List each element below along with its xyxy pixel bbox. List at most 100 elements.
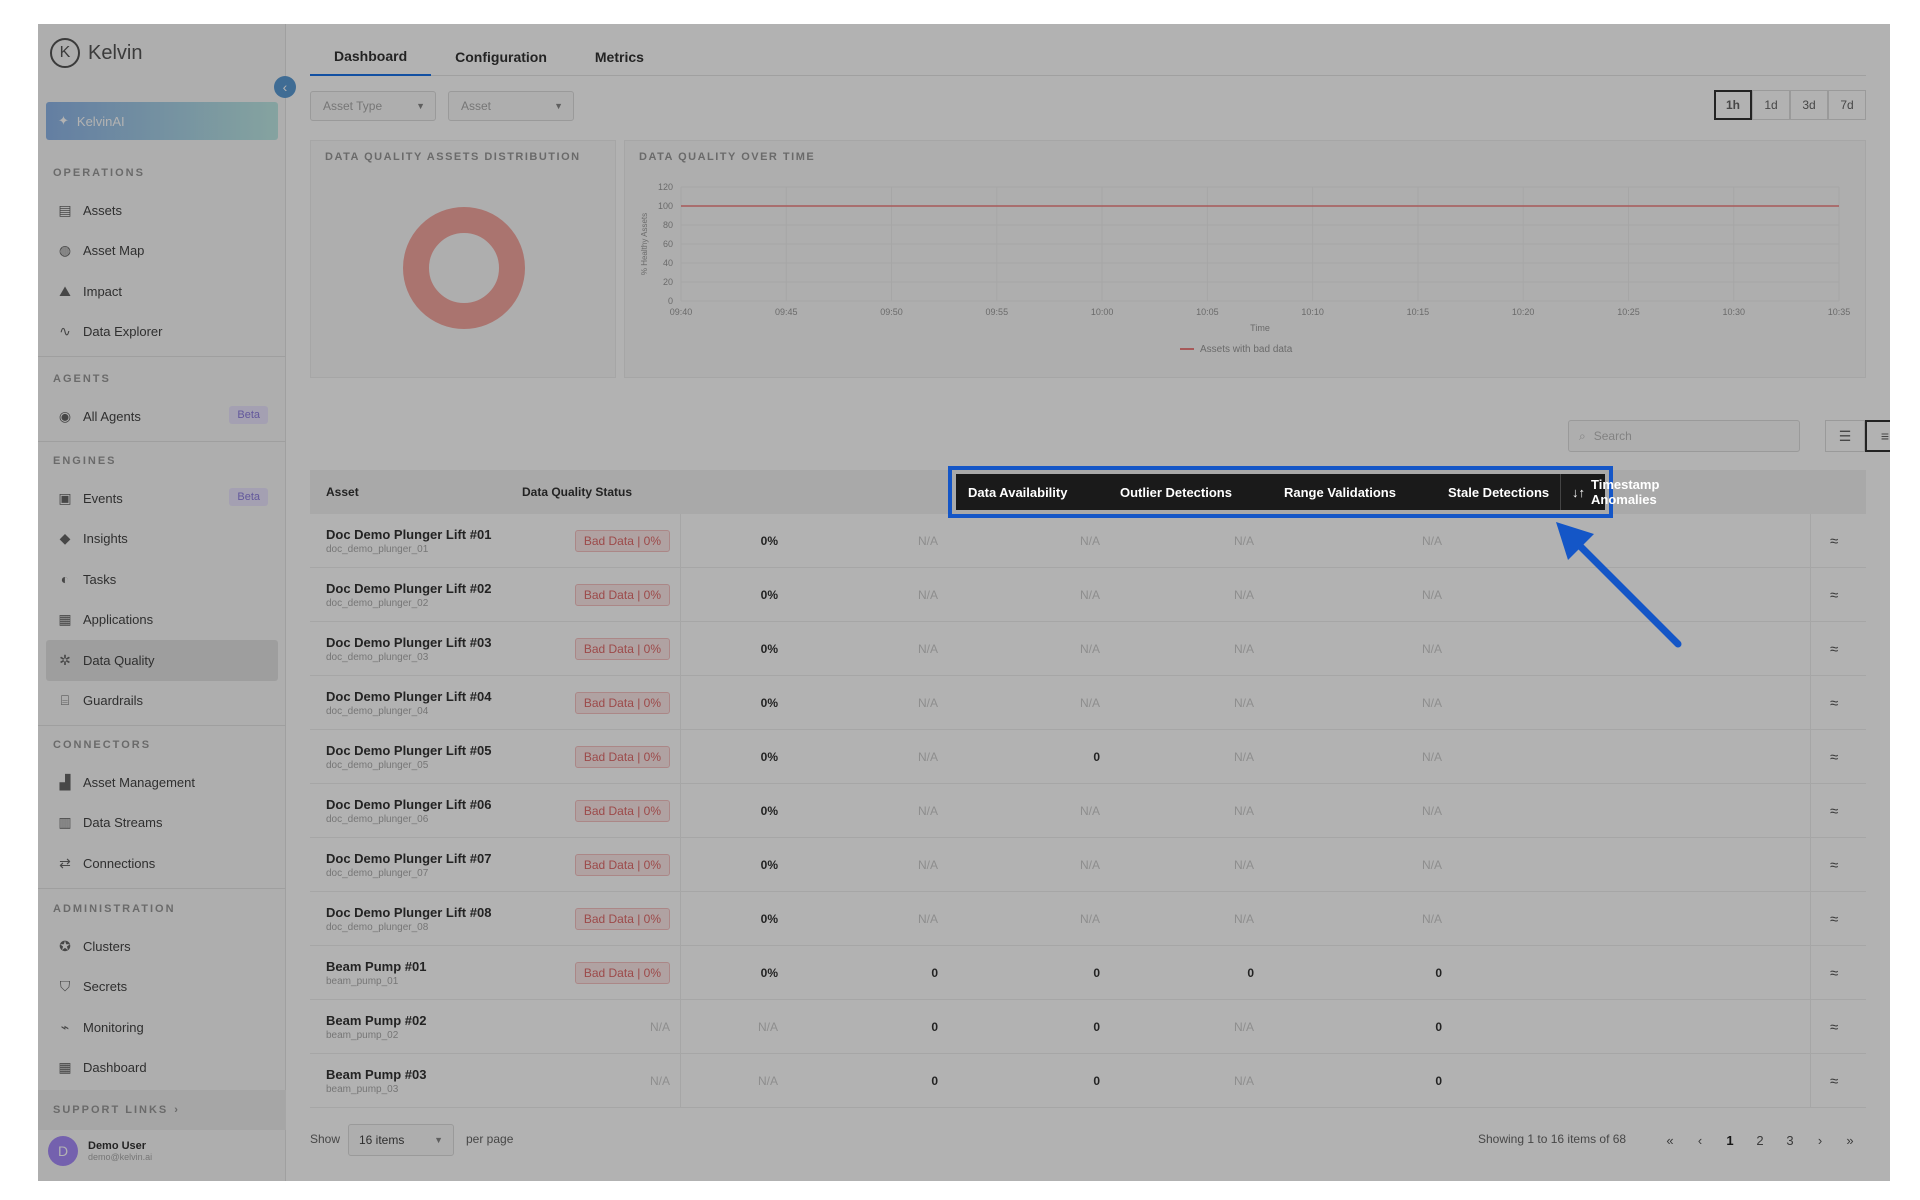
- page-2-button[interactable]: 2: [1748, 1128, 1772, 1152]
- sidebar-item-label: Events: [83, 490, 123, 506]
- tasks-icon: ◐: [60, 571, 70, 588]
- sidebar-item-monitoring[interactable]: ⌁ Monitoring: [38, 1007, 286, 1048]
- header-asset[interactable]: Asset: [326, 470, 359, 514]
- user-profile[interactable]: D Demo User demo@kelvin.ai: [48, 1136, 152, 1166]
- asset-name[interactable]: Beam Pump #02: [326, 1013, 426, 1028]
- sidebar-section-title[interactable]: ADMINISTRATION: [38, 892, 286, 926]
- trend-icon[interactable]: ≈: [1830, 730, 1838, 784]
- sidebar-item-data-explorer[interactable]: ∿ Data Explorer: [38, 312, 286, 353]
- sidebar-item-clusters[interactable]: ✪ Clusters: [38, 926, 286, 967]
- page-3-button[interactable]: 3: [1778, 1128, 1802, 1152]
- user-email: demo@kelvin.ai: [88, 1152, 153, 1162]
- list-view-icon[interactable]: ≡: [1865, 420, 1890, 452]
- availability-cell: 0%: [738, 784, 778, 838]
- asset-select[interactable]: Asset ▼: [448, 91, 574, 121]
- asset-name[interactable]: Beam Pump #01: [326, 959, 426, 974]
- sidebar-item-insights[interactable]: ◆ Insights: [38, 519, 286, 560]
- support-links[interactable]: SUPPORT LINKS ›: [38, 1090, 286, 1130]
- sidebar-section-title[interactable]: ENGINES: [38, 444, 286, 478]
- asset-name[interactable]: Beam Pump #03: [326, 1067, 426, 1082]
- trend-icon[interactable]: ≈: [1830, 1000, 1838, 1054]
- sidebar-section-title[interactable]: CONNECTORS: [38, 728, 286, 762]
- asset-name[interactable]: Doc Demo Plunger Lift #06: [326, 797, 491, 812]
- sidebar-section-title[interactable]: AGENTS: [38, 362, 286, 396]
- sidebar-item-events[interactable]: ▣ Events Beta: [38, 478, 286, 519]
- trend-icon[interactable]: ≈: [1830, 676, 1838, 730]
- asset-type-select[interactable]: Asset Type ▼: [310, 91, 436, 121]
- sidebar-item-label: Monitoring: [83, 1019, 144, 1035]
- range-3d[interactable]: 3d: [1790, 90, 1828, 120]
- table-row[interactable]: Doc Demo Plunger Lift #04 doc_demo_plunge…: [310, 676, 1866, 730]
- trend-icon[interactable]: ≈: [1830, 622, 1838, 676]
- compact-view-icon[interactable]: ☰: [1825, 420, 1865, 452]
- asset-name[interactable]: Doc Demo Plunger Lift #08: [326, 905, 491, 920]
- sidebar-item-assets[interactable]: ▤ Assets: [38, 190, 286, 231]
- asset-name[interactable]: Doc Demo Plunger Lift #07: [326, 851, 491, 866]
- sidebar-item-guardrails[interactable]: ⌸ Guardrails: [38, 681, 286, 722]
- sidebar-section-administration: ADMINISTRATION ✪ Clusters ⛉ Secrets ⌁ Monitori…: [38, 892, 286, 1088]
- search-input[interactable]: ⌕ Search: [1568, 420, 1800, 452]
- stale-cell: N/A: [1214, 730, 1254, 784]
- header-timestamp-anomalies[interactable]: ↓↑ Timestamp Anomalies: [1572, 474, 1659, 510]
- sidebar-item-asset-map[interactable]: ◍ Asset Map: [38, 231, 286, 272]
- table-row[interactable]: Beam Pump #03 beam_pump_03 N/A N/A 0 0 N/A 0 ≈: [310, 1054, 1866, 1108]
- events-icon: ▣: [58, 489, 72, 506]
- asset-name[interactable]: Doc Demo Plunger Lift #05: [326, 743, 491, 758]
- table-row[interactable]: Doc Demo Plunger Lift #06 doc_demo_plunge…: [310, 784, 1866, 838]
- asset-name[interactable]: Doc Demo Plunger Lift #02: [326, 581, 491, 596]
- first-page-button[interactable]: «: [1658, 1128, 1682, 1152]
- asset-name[interactable]: Doc Demo Plunger Lift #01: [326, 527, 491, 542]
- per-page-select[interactable]: 16 items ▼: [348, 1124, 454, 1156]
- trend-icon[interactable]: ≈: [1830, 568, 1838, 622]
- trend-icon[interactable]: ≈: [1830, 784, 1838, 838]
- tab-configuration[interactable]: Configuration: [431, 38, 571, 76]
- sidebar-item-connections[interactable]: ⇄ Connections: [38, 843, 286, 884]
- next-page-button[interactable]: ›: [1808, 1128, 1832, 1152]
- trend-icon[interactable]: ≈: [1830, 838, 1838, 892]
- sidebar-item-data-streams[interactable]: ▥ Data Streams: [38, 803, 286, 844]
- table-row[interactable]: Doc Demo Plunger Lift #08 doc_demo_plunge…: [310, 892, 1866, 946]
- chevron-left-icon[interactable]: ‹: [274, 76, 296, 98]
- trend-icon[interactable]: ≈: [1830, 1054, 1838, 1108]
- kelvin-ai-button[interactable]: ✦ KelvinAI: [46, 102, 278, 140]
- trend-icon[interactable]: ≈: [1830, 946, 1838, 1000]
- sidebar-item-impact[interactable]: ⛰ Impact: [38, 271, 286, 312]
- page-1-button[interactable]: 1: [1718, 1128, 1742, 1152]
- sidebar-item-asset-management[interactable]: ▟ Asset Management: [38, 762, 286, 803]
- last-page-button[interactable]: »: [1838, 1128, 1862, 1152]
- sidebar-item-applications[interactable]: ▦ Applications: [38, 600, 286, 641]
- trend-icon[interactable]: ≈: [1830, 892, 1838, 946]
- header-status[interactable]: Data Quality Status: [522, 470, 632, 514]
- table-row[interactable]: Doc Demo Plunger Lift #01 doc_demo_plunge…: [310, 514, 1866, 568]
- range-1d[interactable]: 1d: [1752, 90, 1790, 120]
- tab-metrics[interactable]: Metrics: [571, 38, 668, 76]
- table-row[interactable]: Beam Pump #02 beam_pump_02 N/A N/A 0 0 N/A 0 ≈: [310, 1000, 1866, 1054]
- asset-name[interactable]: Doc Demo Plunger Lift #03: [326, 635, 491, 650]
- range-7d[interactable]: 7d: [1828, 90, 1866, 120]
- sidebar-item-all-agents[interactable]: ◉ All Agents Beta: [38, 396, 286, 437]
- table-row[interactable]: Doc Demo Plunger Lift #02 doc_demo_plunge…: [310, 568, 1866, 622]
- prev-page-button[interactable]: ‹: [1688, 1128, 1712, 1152]
- sidebar-item-tasks[interactable]: ◐ Tasks: [38, 559, 286, 600]
- sidebar-item-secrets[interactable]: ⛉ Secrets: [38, 967, 286, 1008]
- table-row[interactable]: Beam Pump #01 beam_pump_01 Bad Data | 0% 0%…: [310, 946, 1866, 1000]
- range-1h[interactable]: 1h: [1714, 90, 1752, 120]
- header-data-availability[interactable]: Data Availability: [968, 474, 1067, 510]
- asset-name[interactable]: Doc Demo Plunger Lift #04: [326, 689, 491, 704]
- app-window: K Kelvin ‹ ✦ KelvinAI OPERATIONS ▤ Assets ◍…: [38, 24, 1890, 1181]
- sidebar-item-dashboard[interactable]: ▦ Dashboard: [38, 1048, 286, 1089]
- sidebar-section-title[interactable]: OPERATIONS: [38, 156, 286, 190]
- beta-badge: Beta: [229, 488, 268, 506]
- header-range-validations[interactable]: Range Validations: [1284, 474, 1396, 510]
- header-stale-detections[interactable]: Stale Detections: [1448, 474, 1549, 510]
- range-cell: 0: [1060, 730, 1100, 784]
- sidebar-item-label: Impact: [83, 283, 123, 299]
- trend-icon[interactable]: ≈: [1830, 514, 1838, 568]
- table-row[interactable]: Doc Demo Plunger Lift #07 doc_demo_plunge…: [310, 838, 1866, 892]
- x-tick-label: 10:05: [1196, 307, 1219, 317]
- sidebar-item-data-quality[interactable]: ✲ Data Quality: [46, 640, 278, 681]
- tab-dashboard[interactable]: Dashboard: [310, 38, 432, 76]
- header-outlier-detections[interactable]: Outlier Detections: [1120, 474, 1232, 510]
- table-row[interactable]: Doc Demo Plunger Lift #05 doc_demo_plunge…: [310, 730, 1866, 784]
- table-row[interactable]: Doc Demo Plunger Lift #03 doc_demo_plunge…: [310, 622, 1866, 676]
